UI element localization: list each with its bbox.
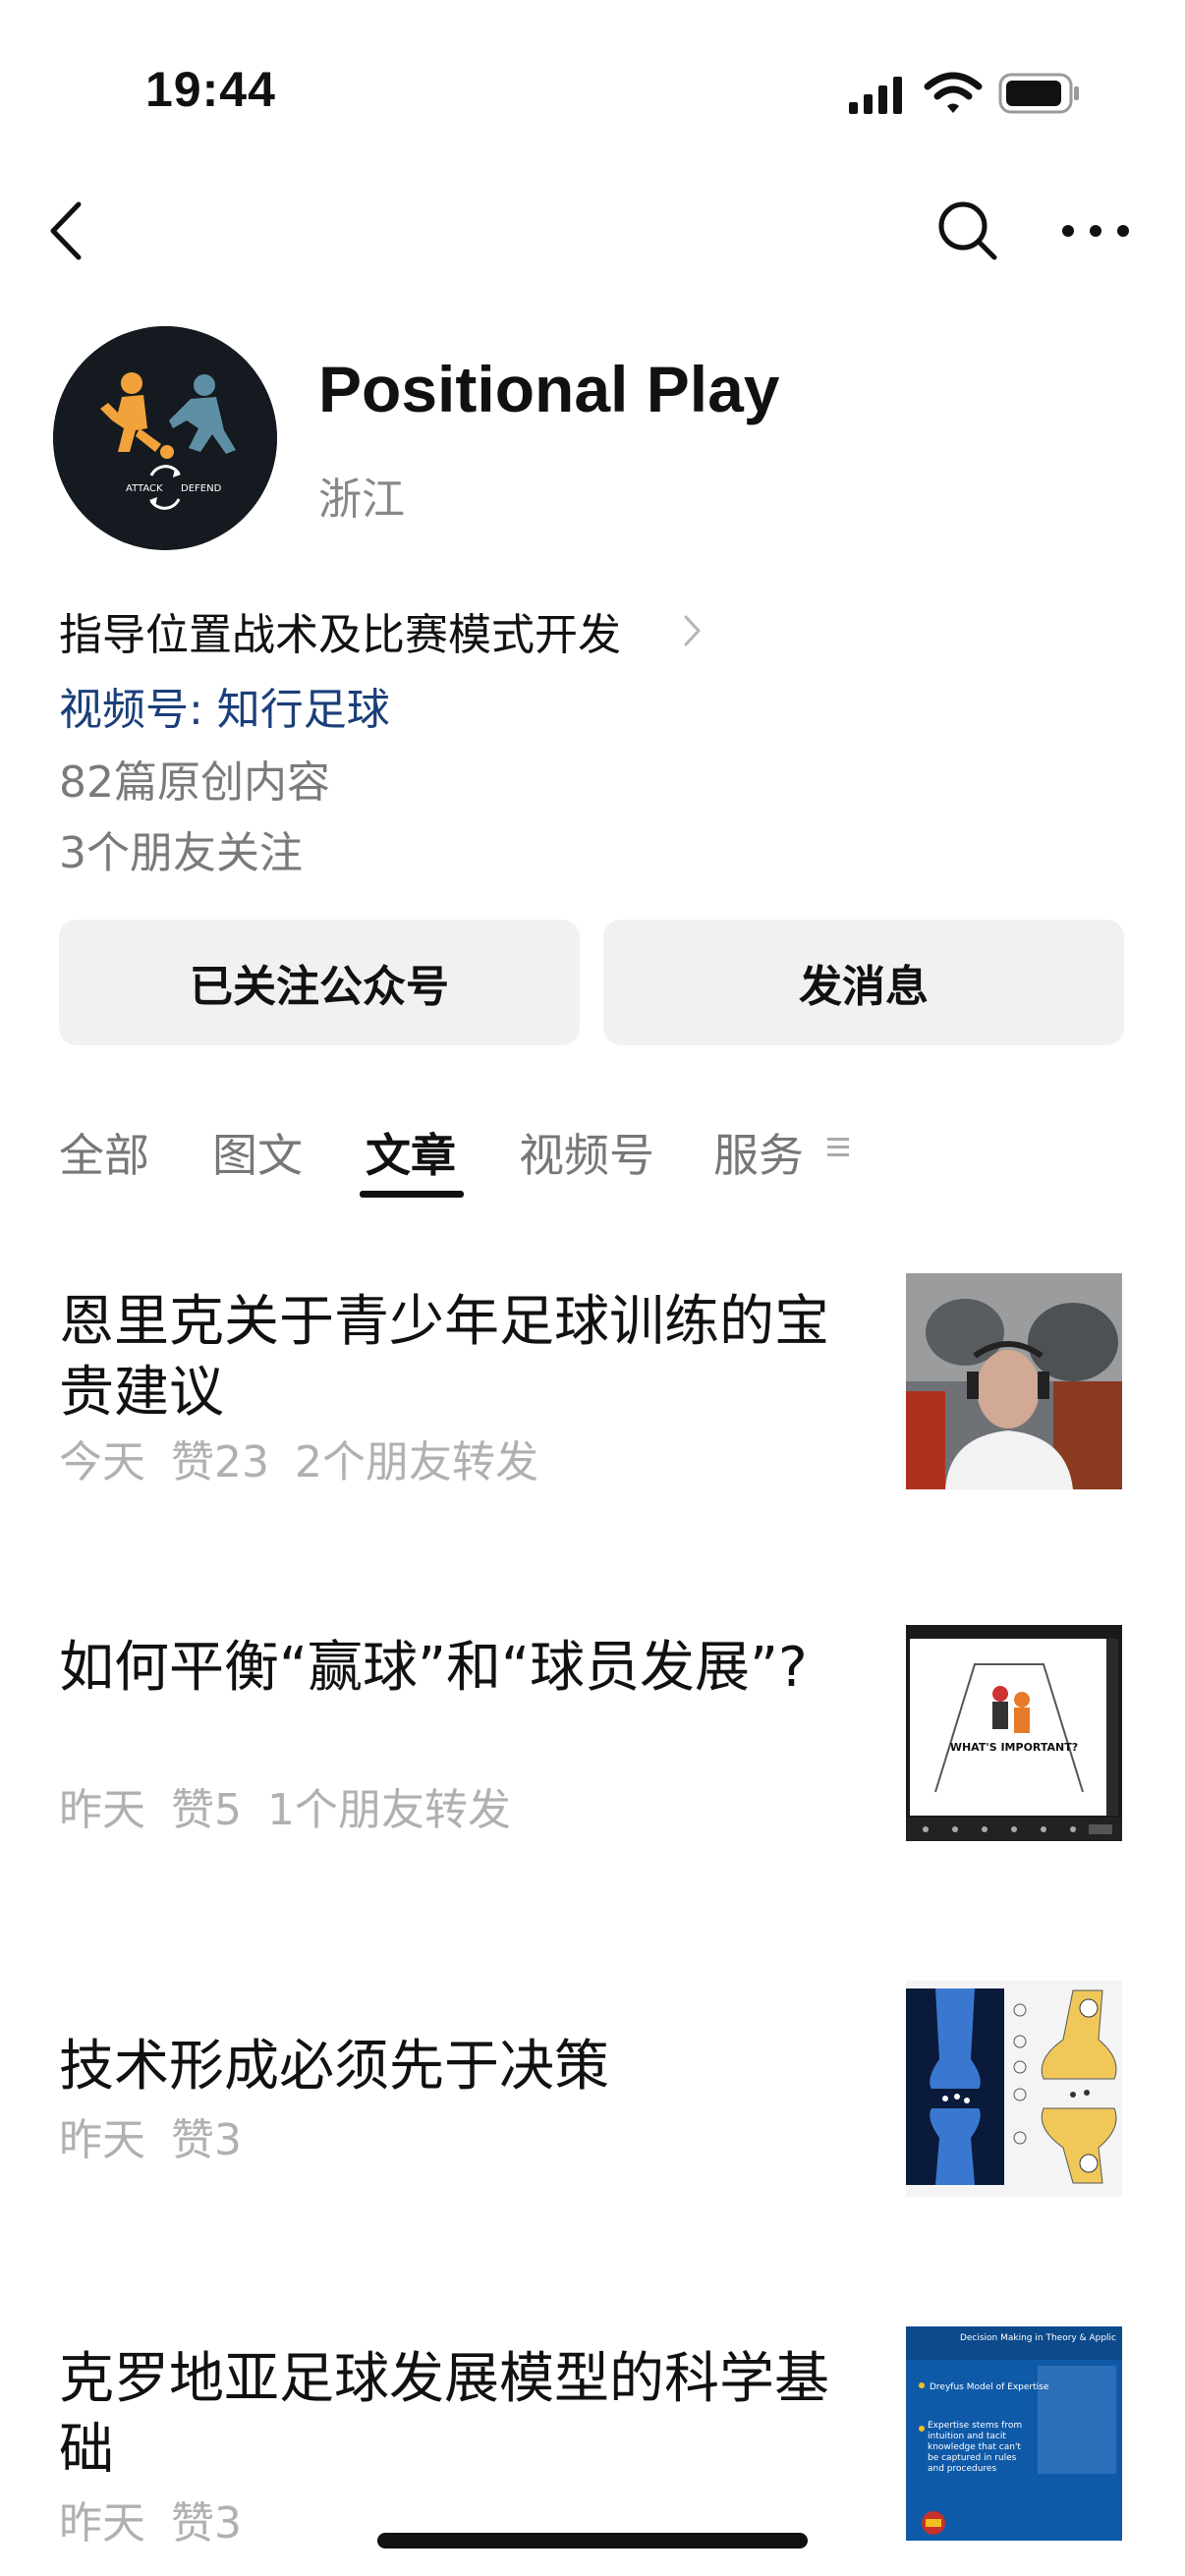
slide-image: WHAT'S IMPORTANT? [906, 1625, 1122, 1841]
article-date: 昨天 [59, 2115, 145, 2165]
article-thumbnail[interactable] [906, 1981, 1122, 2197]
status-time: 19:44 [145, 62, 276, 117]
article-meta: 今天 赞23 2个朋友转发 [59, 1427, 564, 1489]
tab-image-text[interactable]: 图文 [212, 1120, 303, 1185]
tab-all[interactable]: 全部 [59, 1120, 149, 1185]
article-likes: 赞3 [171, 2115, 242, 2165]
chevron-right-icon[interactable] [682, 611, 704, 650]
follow-button[interactable]: 已关注公众号 [59, 920, 580, 1045]
avatar[interactable]: ATTACK DEFEND [53, 326, 277, 550]
tab-articles[interactable]: 文章 [366, 1120, 456, 1185]
search-icon[interactable] [933, 196, 1002, 265]
article-title[interactable]: 克罗地亚足球发展模型的科学基础 [59, 2344, 865, 2486]
article-item[interactable]: 如何平衡“赢球”和“球员发展”? 昨天 赞5 1个朋友转发 WHAT'S IMPOR… [0, 1619, 1185, 1865]
original-count[interactable]: 82篇原创内容 [59, 747, 330, 810]
slide-heading: WHAT'S IMPORTANT? [950, 1741, 1078, 1754]
channel-link[interactable]: 视频号: 知行足球 [59, 674, 390, 737]
article-date: 昨天 [59, 2498, 145, 2548]
account-region: 浙江 [318, 475, 405, 525]
logo-text-defend: DEFEND [181, 483, 222, 494]
wifi-icon [924, 72, 983, 113]
article-shares: 1个朋友转发 [267, 1785, 511, 1835]
home-indicator[interactable] [377, 2533, 808, 2548]
article-thumbnail[interactable]: Decision Making in Theory & Applic Dreyf… [906, 2326, 1122, 2541]
logo-text-attack: ATTACK [126, 483, 163, 494]
friends-following[interactable]: 3个朋友关注 [59, 817, 303, 880]
slide-bullet-2: Expertise stems from intuition and tacit… [928, 2421, 1023, 2474]
coach-video-image [906, 1273, 1122, 1489]
account-intro[interactable]: 指导位置战术及比赛模式开发 [59, 599, 621, 662]
article-item[interactable]: 技术形成必须先于决策 昨天 赞3 [0, 1971, 1185, 2216]
tab-active-indicator [360, 1191, 464, 1198]
article-meta: 昨天 赞5 1个朋友转发 [59, 1774, 536, 1837]
article-likes: 赞23 [171, 1437, 269, 1487]
slide-bullet-1: Dreyfus Model of Expertise [930, 2382, 1049, 2392]
article-title[interactable]: 如何平衡“赢球”和“球员发展”? [59, 1633, 865, 1704]
nav-bar [0, 187, 1185, 295]
article-likes: 赞3 [171, 2498, 242, 2548]
menu-lines-icon[interactable] [825, 1134, 851, 1159]
article-meta: 昨天 赞3 [59, 2488, 267, 2550]
article-date: 今天 [59, 1437, 145, 1487]
article-title[interactable]: 技术形成必须先于决策 [59, 2032, 865, 2102]
article-title[interactable]: 恩里克关于青少年足球训练的宝贵建议 [59, 1287, 865, 1428]
tab-channels[interactable]: 视频号 [519, 1120, 654, 1185]
logo-image: ATTACK DEFEND [53, 326, 277, 550]
article-shares: 2个朋友转发 [295, 1437, 538, 1487]
article-thumbnail[interactable] [906, 1273, 1122, 1489]
article-likes: 赞5 [171, 1785, 242, 1835]
message-button[interactable]: 发消息 [603, 920, 1124, 1045]
more-icon[interactable] [1056, 206, 1135, 255]
slide-title: Decision Making in Theory & Applic [960, 2333, 1116, 2343]
signal-icon [849, 77, 902, 114]
neuron-image [906, 1981, 1122, 2197]
chevron-left-icon[interactable] [39, 196, 94, 265]
tab-services[interactable]: 服务 [713, 1120, 804, 1185]
account-name: Positional Play [318, 353, 780, 425]
article-item[interactable]: 恩里克关于青少年足球训练的宝贵建议 今天 赞23 2个朋友转发 [0, 1267, 1185, 1513]
article-thumbnail[interactable]: WHAT'S IMPORTANT? [906, 1625, 1122, 1841]
battery-icon [998, 73, 1079, 114]
article-date: 昨天 [59, 1785, 145, 1835]
article-meta: 昨天 赞3 [59, 2104, 267, 2167]
decision-slide-image: Decision Making in Theory & Applic Dreyf… [906, 2326, 1122, 2541]
status-bar: 19:44 [0, 0, 1185, 187]
